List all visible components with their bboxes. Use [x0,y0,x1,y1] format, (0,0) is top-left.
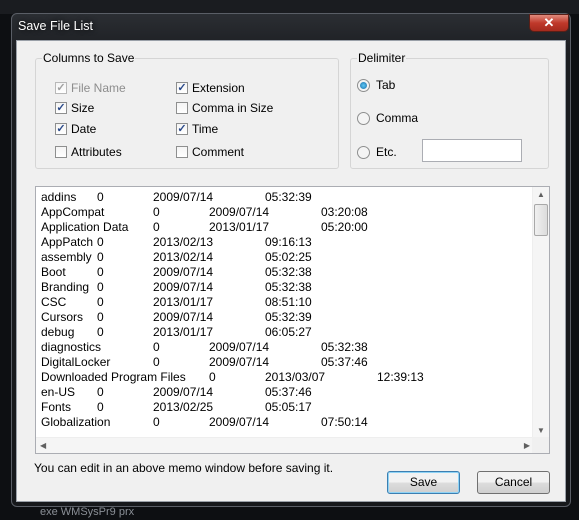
vertical-scrollbar[interactable]: ▲ ▼ [532,187,549,438]
scroll-left-icon[interactable]: ◀ [40,441,46,450]
checkbox-extension[interactable]: ✓ Extension [176,81,245,95]
dialog-title: Save File List [18,19,94,33]
checkbox-label: Size [71,101,95,115]
checkbox-comment[interactable]: Comment [176,145,244,159]
radio-etc[interactable]: Etc. [357,145,397,159]
background-taskbar [0,0,579,14]
horizontal-scrollbar[interactable]: ◀ ▶ [36,437,534,453]
cancel-button[interactable]: Cancel [477,471,550,494]
hint-text: You can edit in an above memo window bef… [34,461,334,475]
radio-button[interactable] [357,78,370,92]
etc-delimiter-input[interactable] [422,139,522,162]
checkbox-size[interactable]: ✓ Size [55,101,94,115]
checkbox-time[interactable]: ✓ Time [176,122,218,136]
checkbox-box[interactable]: ✓ [55,82,67,94]
checkbox-label: Comma in Size [192,101,274,115]
checkbox-box[interactable]: ✓ [176,123,188,135]
columns-group-title: Columns to Save [42,51,136,65]
checkbox-label: Attributes [71,145,122,159]
dialog-client: Columns to Save ✓ File Name ✓ Extension ✓ Siz… [16,40,566,502]
memo-textarea[interactable]: addins 0 2009/07/14 05:32:39 AppCompat 0… [35,186,550,454]
delimiter-group-title: Delimiter [357,51,407,65]
checkbox-box[interactable]: ✓ [55,102,67,114]
checkbox-box[interactable] [176,102,188,114]
radio-comma[interactable]: Comma [357,111,418,125]
radio-button[interactable] [357,145,370,159]
memo-content[interactable]: addins 0 2009/07/14 05:32:39 AppCompat 0… [41,190,424,430]
scrollbar-thumb[interactable] [534,204,548,236]
checkbox-box[interactable] [176,146,188,158]
scroll-up-icon[interactable]: ▲ [537,190,545,199]
radio-tab[interactable]: Tab [357,78,395,92]
checkbox-date[interactable]: ✓ Date [55,122,96,136]
checkbox-label: Extension [192,81,245,95]
columns-group: Columns to Save ✓ File Name ✓ Extension ✓ Siz… [35,51,339,169]
checkbox-label: Time [192,122,219,136]
radio-button[interactable] [357,111,370,125]
checkbox-label: File Name [71,81,126,95]
radio-label: Etc. [376,145,397,159]
checkbox-comma-in-size[interactable]: Comma in Size [176,101,273,115]
radio-label: Tab [376,78,396,92]
checkbox-attributes[interactable]: Attributes [55,145,122,159]
background-text: exe WMSysPr9 prx [40,506,135,518]
scroll-right-icon[interactable]: ▶ [524,441,530,450]
checkbox-box[interactable] [55,146,67,158]
checkbox-label: Comment [192,145,245,159]
checkbox-file-name: ✓ File Name [55,81,126,95]
scroll-corner [532,437,549,453]
save-button[interactable]: Save [387,471,460,494]
checkbox-label: Date [71,122,97,136]
scroll-down-icon[interactable]: ▼ [537,426,545,435]
checkbox-box[interactable]: ✓ [55,123,67,135]
close-button[interactable]: ✕ [529,14,569,32]
radio-label: Comma [376,111,419,125]
checkbox-box[interactable]: ✓ [176,82,188,94]
